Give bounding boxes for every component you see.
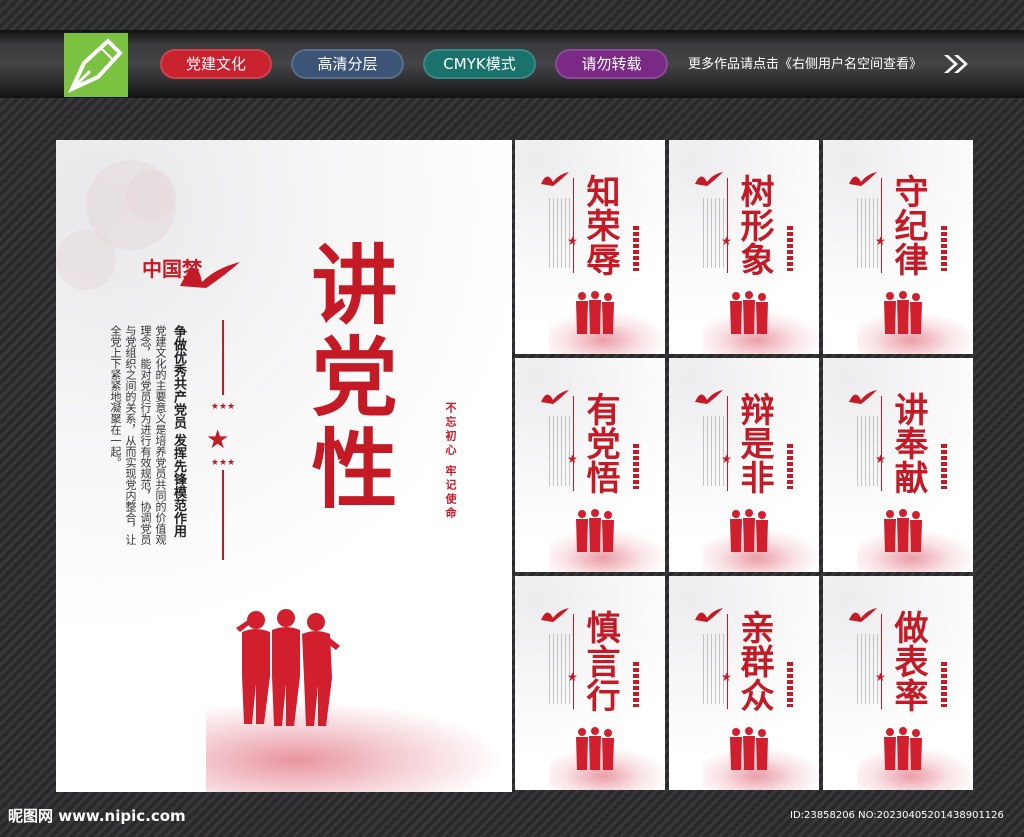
star-icon: ★ xyxy=(721,452,732,466)
saluting-soldiers-icon xyxy=(730,509,768,552)
pen-nib-icon xyxy=(67,38,123,94)
main-poster: 中国梦 讲党性 争做优秀共产党员 发挥先锋模范作用 党建文化的主要意义是培养党员… xyxy=(56,140,512,792)
motto-mark xyxy=(787,226,793,271)
main-title: 讲党性 xyxy=(296,240,397,516)
saluting-soldiers-icon xyxy=(576,509,614,552)
image-id: ID:23858206 NO:20230405201438901126 xyxy=(790,810,1004,821)
poster-card[interactable]: ★ 知荣辱 xyxy=(515,140,665,354)
star-icon: ★ xyxy=(567,670,578,684)
poster-title: 辩是非 xyxy=(734,392,774,494)
divider-line xyxy=(573,396,574,491)
tag-no-repost[interactable]: 请勿转载 xyxy=(555,49,668,79)
motto: 不忘初心 牢记使命 xyxy=(444,402,457,521)
poster-card[interactable]: ★ 辩是非 xyxy=(669,358,819,572)
bokeh xyxy=(126,170,176,220)
body-text: 党建文化的主要意义是培养党员共同的价值观理念，能对党员行为进行有效规范，协调党员… xyxy=(109,325,167,545)
star-icon: ★ xyxy=(875,670,886,684)
saluting-soldiers-icon xyxy=(884,291,922,334)
divider-line xyxy=(573,614,574,709)
poster-body-text xyxy=(703,416,725,486)
slogan: 争做优秀共产党员 发挥先锋模范作用 xyxy=(171,325,186,538)
motto-mark xyxy=(941,444,947,489)
poster-card[interactable]: ★ 讲奉献 xyxy=(823,358,973,572)
site-watermark: 昵图网 www.nipic.com xyxy=(8,807,186,825)
divider-line xyxy=(881,614,882,709)
divider-line xyxy=(222,470,224,560)
star-icon: ★ xyxy=(875,452,886,466)
saluting-soldiers-icon xyxy=(576,291,614,334)
poster-body-text xyxy=(549,416,571,486)
poster-title: 讲奉献 xyxy=(888,392,928,494)
double-arrow-icon[interactable] xyxy=(942,52,970,76)
china-dream-logo xyxy=(849,172,877,186)
poster-title: 慎言行 xyxy=(580,610,620,712)
saluting-soldiers-icon xyxy=(884,727,922,770)
poster-card[interactable]: ★ 树形象 xyxy=(669,140,819,354)
divider-line xyxy=(881,178,882,273)
star-icon: ★ xyxy=(567,452,578,466)
china-dream-logo xyxy=(695,390,723,404)
motto-mark xyxy=(787,662,793,707)
saluting-soldiers-icon xyxy=(884,509,922,552)
divider-line xyxy=(881,396,882,491)
china-dream-logo xyxy=(695,172,723,186)
poster-body-text xyxy=(549,198,571,268)
tag-party-culture[interactable]: 党建文化 xyxy=(160,49,272,79)
motto-mark xyxy=(633,662,639,707)
poster-card[interactable]: ★ 慎言行 xyxy=(515,576,665,790)
more-works-note[interactable]: 更多作品请点击《右侧用户名空间查看》 xyxy=(688,53,922,72)
bokeh xyxy=(56,230,116,290)
stars-icon: ★★★ xyxy=(210,458,236,468)
saluting-soldiers-icon xyxy=(730,291,768,334)
poster-title: 树形象 xyxy=(734,174,774,276)
poster-card[interactable]: ★ 做表率 xyxy=(823,576,973,790)
poster-title: 知荣辱 xyxy=(580,174,620,276)
poster-card[interactable]: ★ 有党悟 xyxy=(515,358,665,572)
poster-title: 守纪律 xyxy=(888,174,928,276)
china-dream-logo xyxy=(541,608,569,622)
poster-title: 亲群众 xyxy=(734,610,774,712)
poster-card[interactable]: ★ 守纪律 xyxy=(823,140,973,354)
motto-mark xyxy=(633,226,639,271)
china-dream-logo xyxy=(849,390,877,404)
divider-line xyxy=(727,614,728,709)
motto-mark xyxy=(941,662,947,707)
motto-mark xyxy=(787,444,793,489)
star-icon: ★ xyxy=(875,234,886,248)
poster-body-text xyxy=(857,198,879,268)
poster-body-text xyxy=(549,634,571,704)
china-dream-logo xyxy=(541,390,569,404)
saluting-soldiers-icon xyxy=(576,727,614,770)
star-icon: ★ xyxy=(206,425,230,455)
saluting-soldiers-icon xyxy=(730,727,768,770)
poster-title: 有党悟 xyxy=(580,392,620,494)
china-dream-logo: 中国梦 xyxy=(142,257,240,288)
divider-line xyxy=(573,178,574,273)
saluting-soldiers-icon xyxy=(236,609,340,726)
stars-icon: ★★★ xyxy=(210,402,236,412)
tag-hd-layers[interactable]: 高清分层 xyxy=(291,49,404,79)
poster-body-text xyxy=(703,634,725,704)
star-icon: ★ xyxy=(567,234,578,248)
divider-line xyxy=(727,178,728,273)
poster-card[interactable]: ★ 亲群众 xyxy=(669,576,819,790)
poster-body-text xyxy=(703,198,725,268)
divider-line xyxy=(727,396,728,491)
divider-line xyxy=(222,320,224,395)
china-dream-logo xyxy=(849,608,877,622)
poster-title: 做表率 xyxy=(888,610,928,712)
china-dream-logo xyxy=(541,172,569,186)
star-icon: ★ xyxy=(721,234,732,248)
poster-body-text xyxy=(857,416,879,486)
star-icon: ★ xyxy=(721,670,732,684)
motto-mark xyxy=(633,444,639,489)
tag-cmyk[interactable]: CMYK模式 xyxy=(423,49,536,79)
site-logo[interactable] xyxy=(64,33,128,97)
poster-body-text xyxy=(857,634,879,704)
china-dream-logo xyxy=(695,608,723,622)
motto-mark xyxy=(941,226,947,271)
